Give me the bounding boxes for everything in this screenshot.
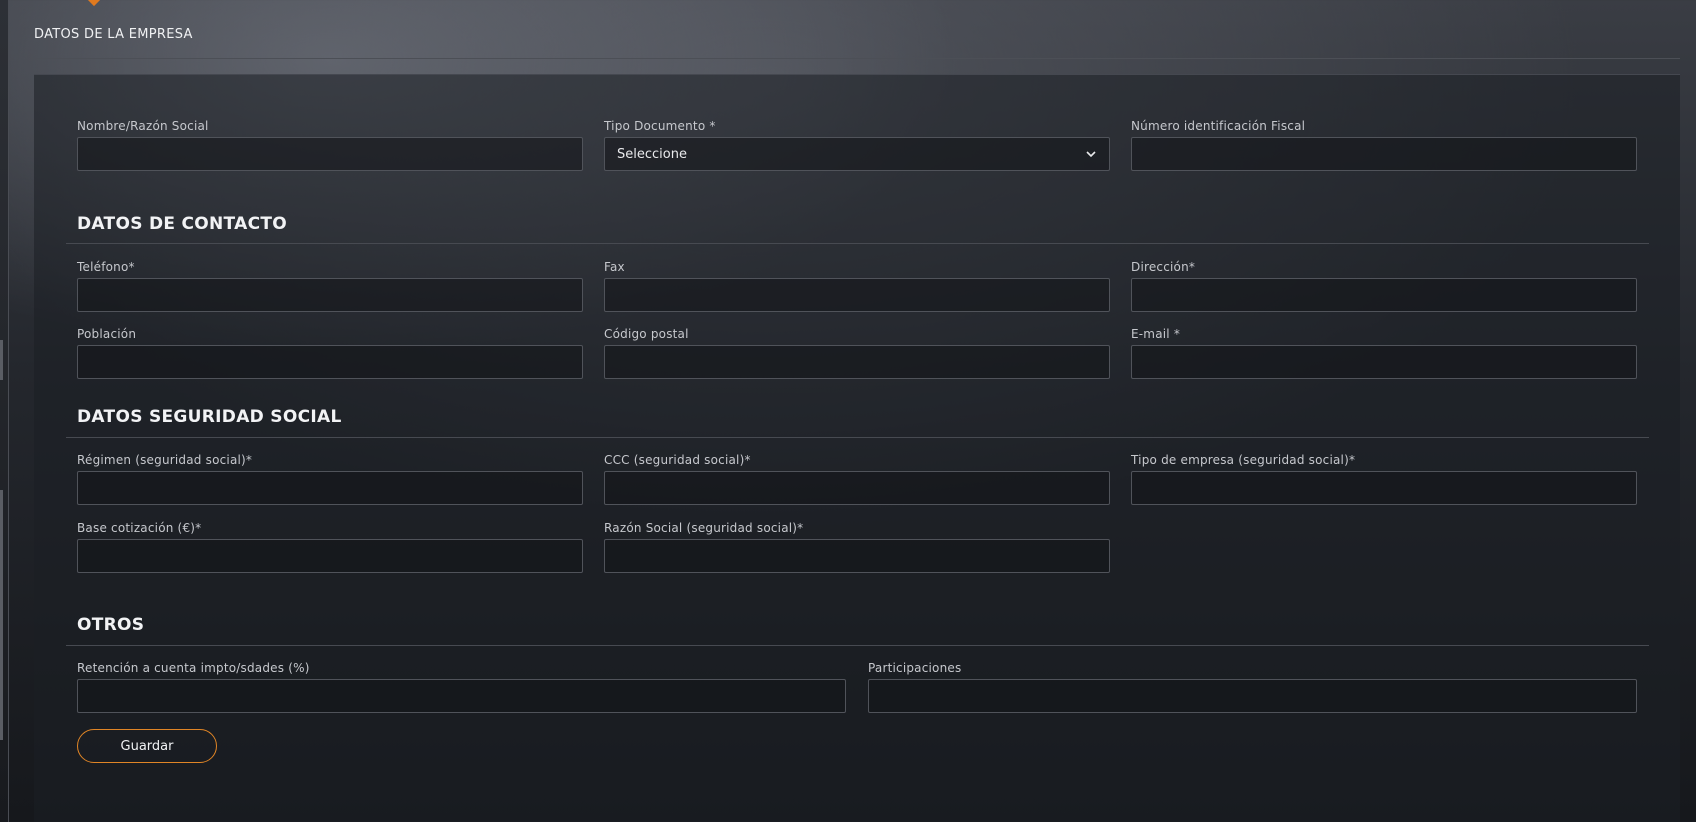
direccion-label: Dirección*: [1131, 260, 1196, 274]
section-divider: [66, 437, 1649, 438]
retencion-input[interactable]: [77, 679, 846, 713]
section-title-otros: OTROS: [77, 615, 145, 635]
retencion-label: Retención a cuenta impto/sdades (%): [77, 661, 310, 675]
nombre-label: Nombre/Razón Social: [77, 119, 209, 133]
nif-input[interactable]: [1131, 137, 1637, 171]
telefono-input[interactable]: [77, 278, 583, 312]
base-cotizacion-label: Base cotización (€)*: [77, 521, 202, 535]
email-label: E-mail *: [1131, 327, 1181, 341]
poblacion-input[interactable]: [77, 345, 583, 379]
tipo-documento-label: Tipo Documento *: [604, 119, 716, 133]
base-cotizacion-input[interactable]: [77, 539, 583, 573]
active-menu-indicator: [86, 0, 102, 7]
telefono-label: Teléfono*: [77, 260, 135, 274]
fax-label: Fax: [604, 260, 625, 274]
chevron-down-icon: [1086, 151, 1096, 158]
section-divider: [66, 243, 1649, 244]
sidebar-scroll-mark: [0, 490, 3, 740]
section-divider: [66, 645, 1649, 646]
page-title: DATOS DE LA EMPRESA: [34, 27, 193, 42]
email-input[interactable]: [1131, 345, 1637, 379]
ccc-input[interactable]: [604, 471, 1110, 505]
nombre-input[interactable]: [77, 137, 583, 171]
regimen-input[interactable]: [77, 471, 583, 505]
title-divider: [34, 58, 1680, 59]
section-title-contacto: DATOS DE CONTACTO: [77, 214, 288, 234]
left-sidebar-edge: [0, 0, 9, 822]
tipo-documento-select[interactable]: Seleccione: [604, 137, 1110, 171]
tipo-documento-selected: Seleccione: [617, 146, 687, 162]
participaciones-input[interactable]: [868, 679, 1637, 713]
razon-social-ss-input[interactable]: [604, 539, 1110, 573]
codigo-postal-label: Código postal: [604, 327, 689, 341]
fax-input[interactable]: [604, 278, 1110, 312]
participaciones-label: Participaciones: [868, 661, 962, 675]
tipo-empresa-input[interactable]: [1131, 471, 1637, 505]
section-title-seguridad-social: DATOS SEGURIDAD SOCIAL: [77, 407, 342, 427]
nif-label: Número identificación Fiscal: [1131, 119, 1306, 133]
regimen-label: Régimen (seguridad social)*: [77, 453, 253, 467]
direccion-input[interactable]: [1131, 278, 1637, 312]
tipo-empresa-label: Tipo de empresa (seguridad social)*: [1131, 453, 1356, 467]
codigo-postal-input[interactable]: [604, 345, 1110, 379]
ccc-label: CCC (seguridad social)*: [604, 453, 751, 467]
save-button[interactable]: Guardar: [77, 729, 217, 763]
razon-social-ss-label: Razón Social (seguridad social)*: [604, 521, 804, 535]
poblacion-label: Población: [77, 327, 137, 341]
sidebar-scroll-mark: [0, 340, 3, 380]
